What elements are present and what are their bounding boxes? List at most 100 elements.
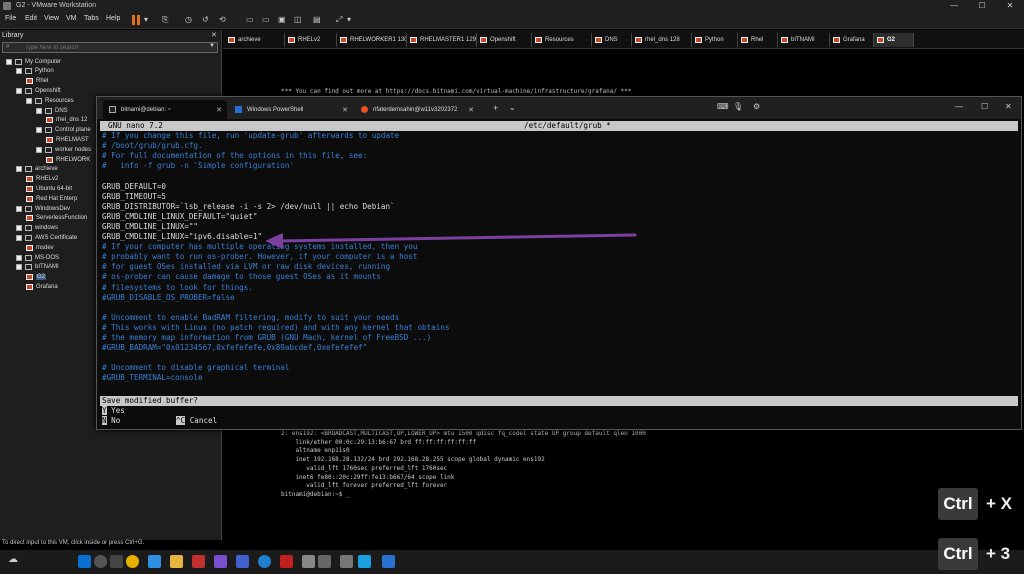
keyboard-icon[interactable]: ⌨ [717, 102, 729, 111]
app-icon[interactable] [214, 555, 227, 568]
vm-tab[interactable]: RHELv2 [285, 33, 337, 47]
expand-icon[interactable] [16, 254, 22, 261]
microphone-icon[interactable]: 🎙 [733, 102, 743, 111]
vm-tab[interactable]: G2 [874, 33, 914, 47]
tree-item[interactable]: Red Hat Enterp [26, 194, 77, 203]
tree-item[interactable]: msdev [26, 243, 54, 252]
maximize-button[interactable]: ☐ [968, 0, 996, 12]
minimize-button[interactable]: — [940, 0, 968, 12]
console-view-icon[interactable]: ▤ [313, 15, 321, 24]
library-view-icon[interactable]: ▭ [246, 15, 254, 24]
edge-icon[interactable] [258, 555, 271, 568]
vm-tab[interactable]: archieve [225, 33, 285, 47]
vm-tab[interactable]: Resources [532, 33, 592, 47]
thumbnail-view-icon[interactable]: ▭ [262, 15, 270, 24]
tree-item[interactable]: MS-DOS [16, 253, 59, 262]
menu-tabs[interactable]: Tabs [84, 15, 99, 22]
terminal-tab-powershell[interactable]: Windows PowerShell ✕ [229, 100, 353, 119]
tree-item[interactable]: archieve [16, 165, 58, 174]
nano-editor[interactable]: GNU nano 7.2 /etc/default/grub * # If yo… [100, 121, 1018, 427]
expand-icon[interactable] [36, 127, 42, 134]
snapshot-manager-icon[interactable]: ⟲ [219, 15, 226, 24]
snapshot-icon[interactable]: ◷ [185, 15, 192, 24]
pause-icon[interactable] [132, 15, 135, 25]
expand-icon[interactable] [16, 68, 22, 75]
library-close-icon[interactable]: ✕ [211, 31, 217, 39]
tree-item[interactable]: RHELWORK [46, 155, 90, 164]
terminal-minimize-button[interactable]: — [955, 102, 963, 111]
stretch-icon[interactable]: ⤢ [336, 15, 342, 25]
tree-item[interactable]: Ubuntu 64-bit [26, 184, 72, 193]
tree-item[interactable]: windows [16, 224, 58, 233]
tree-item[interactable]: Control plane [36, 126, 91, 135]
tree-item[interactable]: bITNAMI [16, 263, 59, 272]
terminal-tab-ssh[interactable]: rifaterdemsahin@w11v3202372 ✕ [355, 100, 479, 119]
task-view-icon[interactable] [110, 555, 123, 568]
search-icon[interactable] [94, 555, 107, 568]
vm-tab[interactable]: DNS [592, 33, 632, 47]
app-icon[interactable] [192, 555, 205, 568]
tree-item[interactable]: G2 [26, 273, 47, 282]
close-button[interactable]: ✕ [996, 0, 1024, 12]
terminal-close-button[interactable]: ✕ [1005, 102, 1012, 111]
tree-item[interactable]: Openshift [16, 86, 61, 95]
close-tab-icon[interactable]: ✕ [468, 106, 474, 114]
vm-tab[interactable]: Grafana [830, 33, 874, 47]
tree-item[interactable]: DNS [36, 106, 68, 115]
start-icon[interactable] [78, 555, 91, 568]
app-icon[interactable] [318, 555, 331, 568]
vm-tab[interactable]: bITNAMI [778, 33, 830, 47]
app-icon[interactable] [382, 555, 395, 568]
skype-icon[interactable] [358, 555, 371, 568]
send-ctrl-alt-del-icon[interactable]: ⎘ [162, 15, 168, 25]
menu-edit[interactable]: Edit [25, 15, 37, 22]
vm-tab[interactable]: Python [692, 33, 738, 47]
close-tab-icon[interactable]: ✕ [342, 106, 348, 114]
tree-item[interactable]: AWS Certificate [16, 233, 77, 242]
menu-file[interactable]: File [5, 15, 16, 22]
tree-item[interactable]: WindowsDev [16, 204, 70, 213]
expand-icon[interactable] [16, 264, 22, 271]
chrome-icon[interactable] [126, 555, 139, 568]
tree-item[interactable]: rhel_dns 12 [46, 116, 87, 125]
terminal-maximize-button[interactable]: ☐ [981, 102, 988, 111]
menu-help[interactable]: Help [106, 15, 120, 22]
expand-icon[interactable] [16, 234, 22, 241]
stretch-dropdown-icon[interactable]: ▾ [347, 15, 351, 24]
widgets-icon[interactable]: ☁ [8, 554, 18, 565]
vm-tab[interactable]: RHELWORKER1 130 [337, 33, 407, 47]
tree-item[interactable]: worker nodes [36, 145, 91, 154]
chevron-down-icon[interactable]: ▼ [209, 43, 215, 49]
pdf-icon[interactable] [280, 555, 293, 568]
fullscreen-icon[interactable]: ▣ [278, 15, 286, 24]
library-search[interactable]: ⌕ ▼ [2, 42, 218, 53]
tree-item[interactable]: RHELv2 [26, 175, 58, 184]
expand-icon[interactable] [16, 87, 22, 94]
yes-option[interactable]: Y Yes [102, 406, 125, 416]
expand-icon[interactable] [36, 107, 42, 114]
menu-view[interactable]: View [44, 15, 59, 22]
expand-icon[interactable] [6, 58, 12, 65]
file-explorer-icon[interactable] [170, 555, 183, 568]
tree-item[interactable]: Python [16, 67, 54, 76]
menu-vm[interactable]: VM [66, 15, 77, 22]
tab-dropdown-icon[interactable]: ⌄ [509, 103, 516, 112]
app-icon[interactable] [148, 555, 161, 568]
settings-icon[interactable]: ⚙ [753, 102, 760, 111]
tree-item[interactable]: Resources [26, 96, 74, 105]
settings-icon[interactable] [340, 555, 353, 568]
revert-snapshot-icon[interactable]: ↺ [202, 15, 209, 24]
expand-icon[interactable] [36, 146, 42, 153]
terminal-tab-debian[interactable]: bitnami@debian: ~ ✕ [103, 100, 227, 119]
tree-item[interactable]: ServerlessFunction [26, 214, 87, 223]
tree-item[interactable]: Grafana [26, 282, 58, 291]
expand-icon[interactable] [16, 205, 22, 212]
tree-item[interactable]: Rhel [26, 77, 48, 86]
vm-tab[interactable]: Rhel [738, 33, 778, 47]
app-icon[interactable] [236, 555, 249, 568]
no-option[interactable]: N No [102, 416, 120, 426]
expand-icon[interactable] [16, 166, 22, 173]
vm-tab[interactable]: RHELMASTER1 129 [407, 33, 477, 47]
tree-item[interactable]: My Computer [6, 57, 61, 66]
vm-tab[interactable]: rhel_dns 128 [632, 33, 692, 47]
